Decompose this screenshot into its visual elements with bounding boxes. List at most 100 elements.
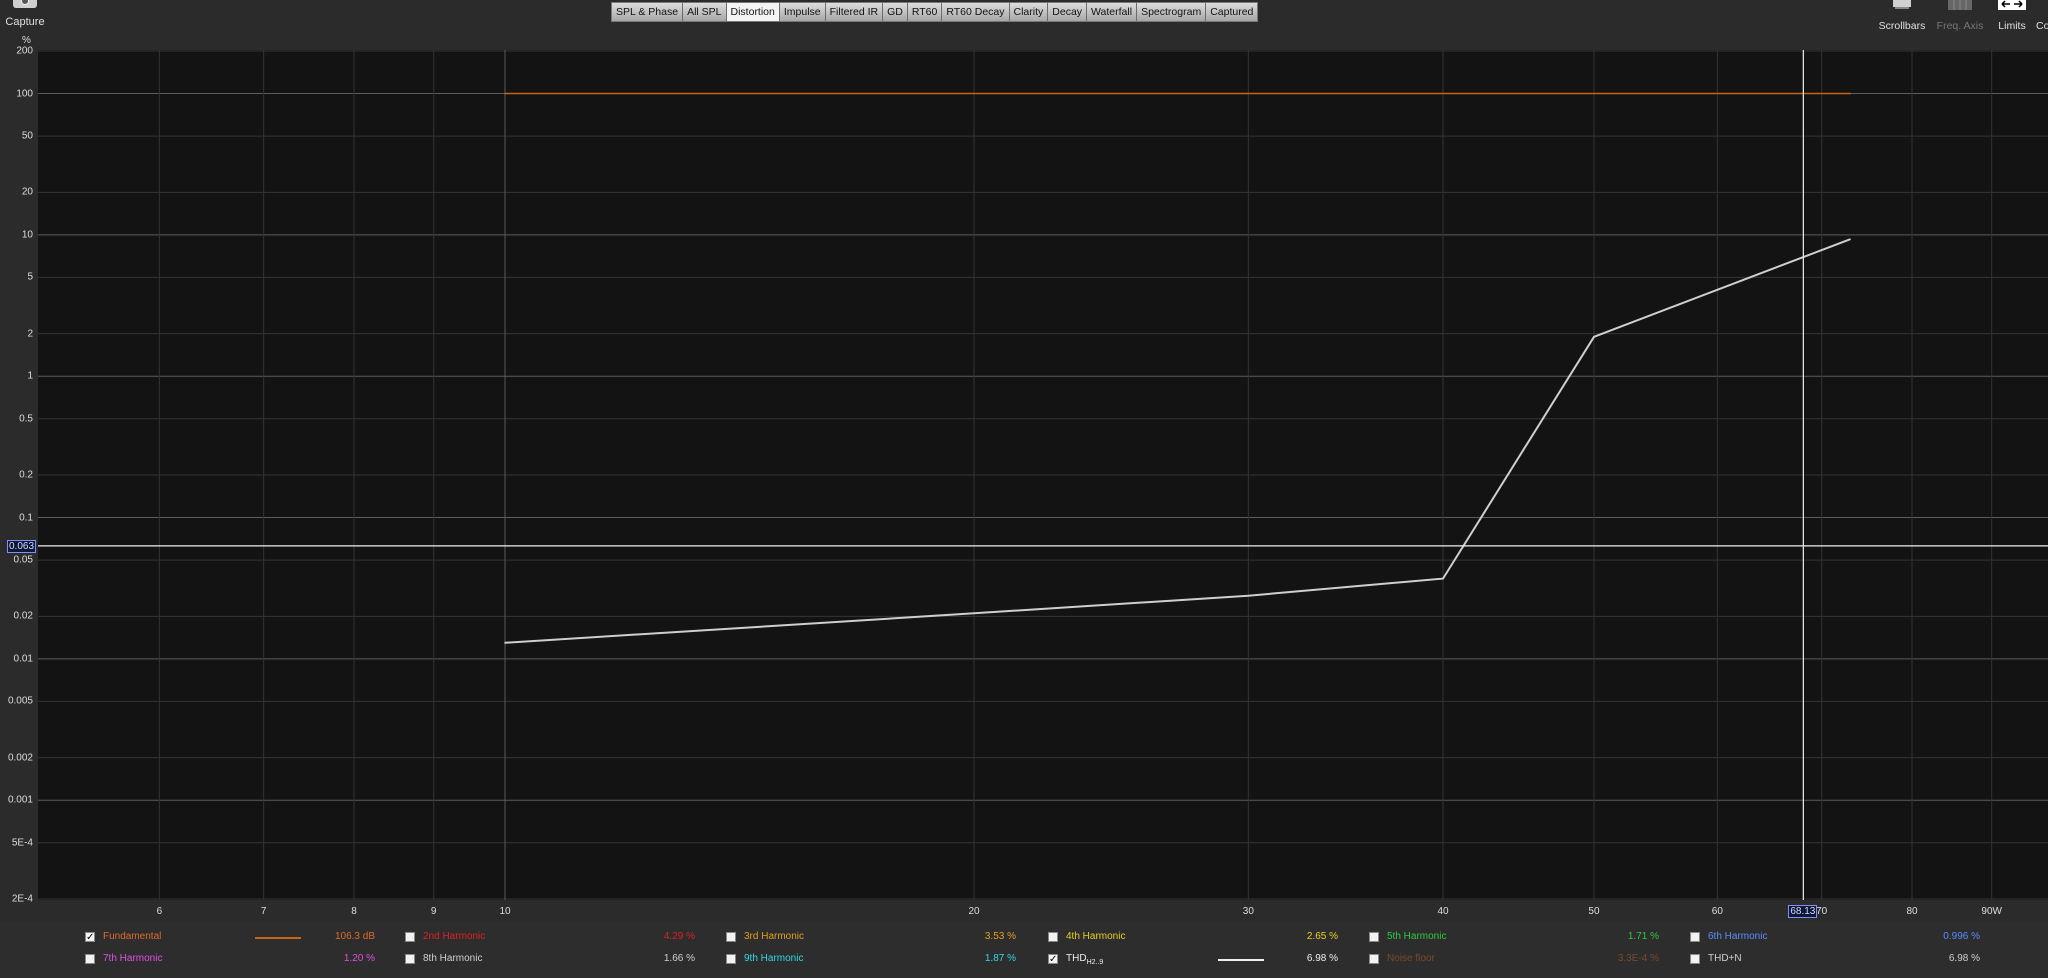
y-tick-label: 50 (21, 130, 33, 142)
y-tick-label: 0.005 (7, 695, 33, 707)
legend-item-name: 2nd Harmonic (423, 931, 486, 942)
y-tick-label: 1 (27, 370, 33, 382)
legend-item-name: 9th Harmonic (744, 953, 804, 964)
legend-item-name: 7th Harmonic (103, 953, 163, 964)
legend-checkbox[interactable] (405, 932, 415, 942)
legend-item-value: 0.996 % (1943, 931, 1980, 942)
series-line-thd (504, 238, 1851, 644)
legend-item-5th-harmonic: 5th Harmonic 1.71 % (1369, 930, 1669, 946)
legend-item-6th-harmonic: 6th Harmonic 0.996 % (1690, 930, 1990, 946)
data-point (1849, 238, 1851, 241)
distortion-graph[interactable] (38, 50, 2048, 900)
y-axis-label: % (22, 35, 31, 46)
legend-item-thd: ✓ THDH2..9 6.98 % (1048, 952, 1348, 968)
cursor-x-readout: 68.13 (1788, 905, 1818, 918)
tab-gd[interactable]: GD (883, 3, 908, 21)
legend-item-9th-harmonic: 9th Harmonic 1.87 % (726, 952, 1026, 968)
legend-item-name: Fundamental (103, 931, 162, 942)
legend-checkbox[interactable] (85, 954, 95, 964)
limits-label: Limits (1998, 20, 2026, 32)
legend-checkbox[interactable] (1690, 932, 1700, 942)
legend-item-name: 5th Harmonic (1387, 931, 1447, 942)
x-tick-label: 60 (1711, 906, 1723, 917)
legend-checkbox[interactable]: ✓ (1048, 954, 1058, 965)
y-tick-label: 0.001 (7, 794, 33, 806)
legend-swatch (1218, 959, 1264, 961)
capture-label: Capture (5, 16, 45, 28)
legend-item-name: 8th Harmonic (423, 953, 483, 964)
x-tick-label: 50 (1588, 906, 1600, 917)
y-tick-label: 20 (21, 186, 33, 198)
controls-button[interactable]: Co (2036, 0, 2048, 36)
legend-item-name: 3rd Harmonic (744, 931, 805, 942)
legend-item-value: 3.53 % (984, 931, 1016, 942)
legend-checkbox[interactable] (1369, 954, 1379, 964)
x-tick-label: 9 (430, 906, 437, 917)
y-tick-label: 2E-4 (11, 893, 33, 905)
legend-item-name: Noise floor (1387, 953, 1435, 964)
x-tick-label: 8 (351, 906, 357, 917)
chart-svg (38, 50, 2048, 900)
tab-clarity[interactable]: Clarity (1009, 3, 1049, 21)
legend-item-value: 6.98 % (1306, 953, 1338, 964)
legend-item-value: 1.71 % (1627, 931, 1659, 942)
legend-swatch (255, 937, 301, 939)
x-tick-label: 90W (1981, 906, 2002, 917)
y-tick-label: 5 (27, 271, 33, 283)
x-tick-label: 70 (1816, 906, 1828, 917)
graph-tabs: SPL & Phase All SPL Distortion Impulse Filte… (611, 2, 1259, 22)
x-tick-label: 10 (499, 906, 511, 917)
legend-item-name: 4th Harmonic (1066, 931, 1126, 942)
x-tick-label: 40 (1437, 906, 1449, 917)
legend-item-value: 2.65 % (1306, 931, 1338, 942)
scrollbars-button[interactable]: Scrollbars (1876, 0, 1928, 36)
x-tick-label: 20 (968, 906, 980, 917)
tab-waterfall[interactable]: Waterfall (1087, 3, 1138, 21)
legend-checkbox[interactable] (1369, 932, 1379, 942)
tab-distortion[interactable]: Distortion (726, 3, 780, 21)
tab-spectrogram[interactable]: Spectrogram (1137, 3, 1207, 21)
tab-decay[interactable]: Decay (1048, 3, 1088, 21)
x-tick-label: 80 (1906, 906, 1918, 917)
x-tick-label: 30 (1242, 906, 1254, 917)
legend-item-4th-harmonic: 4th Harmonic 2.65 % (1048, 930, 1348, 946)
y-tick-label: 10 (21, 229, 33, 241)
controls-label: Co (2036, 20, 2048, 32)
y-tick-label: 0.5 (19, 413, 33, 425)
legend-checkbox[interactable] (726, 954, 736, 964)
data-point (1849, 92, 1851, 95)
y-tick-label: 200 (16, 45, 33, 57)
tab-rt60-decay[interactable]: RT60 Decay (942, 3, 1010, 21)
freq-axis-label: Freq. Axis (1936, 20, 1984, 32)
legend-item-2nd-harmonic: 2nd Harmonic 4.29 % (405, 930, 705, 946)
data-point (504, 641, 506, 644)
limits-button[interactable]: Limits (1992, 0, 2032, 36)
tab-rt60[interactable]: RT60 (907, 3, 943, 21)
legend-item-value: 4.29 % (663, 931, 695, 942)
legend-item-name: THD+N (1708, 953, 1742, 964)
y-tick-label: 5E-4 (11, 837, 33, 849)
cursor-y-readout: 0.063 (7, 539, 37, 553)
freq-axis-button[interactable]: Freq. Axis (1934, 0, 1986, 36)
legend-item-value: 106.3 dB (334, 931, 375, 942)
legend-checkbox[interactable] (726, 932, 736, 942)
legend-item-fundamental: ✓ Fundamental 106.3 dB (85, 930, 385, 946)
y-tick-label: 2 (27, 328, 33, 340)
legend-checkbox[interactable] (405, 954, 415, 964)
tab-impulse[interactable]: Impulse (779, 3, 826, 21)
scrollbars-label: Scrollbars (1878, 20, 1926, 32)
tab-spl-phase[interactable]: SPL & Phase (612, 3, 684, 21)
legend-checkbox[interactable]: ✓ (85, 932, 95, 943)
y-tick-label: 0.1 (19, 512, 33, 524)
tab-all-spl[interactable]: All SPL (683, 3, 727, 21)
capture-button[interactable]: Capture (0, 0, 50, 36)
legend-item-8th-harmonic: 8th Harmonic 1.66 % (405, 952, 705, 968)
tab-captured[interactable]: Captured (1206, 3, 1258, 21)
data-point (973, 612, 975, 615)
legend-checkbox[interactable] (1690, 954, 1700, 964)
legend-item-thd-n: THD+N 6.98 % (1690, 952, 1990, 968)
tab-filtered-ir[interactable]: Filtered IR (825, 3, 884, 21)
legend-checkbox[interactable] (1048, 932, 1058, 942)
x-tick-label: 7 (260, 906, 267, 917)
y-tick-label: 0.01 (13, 653, 33, 665)
